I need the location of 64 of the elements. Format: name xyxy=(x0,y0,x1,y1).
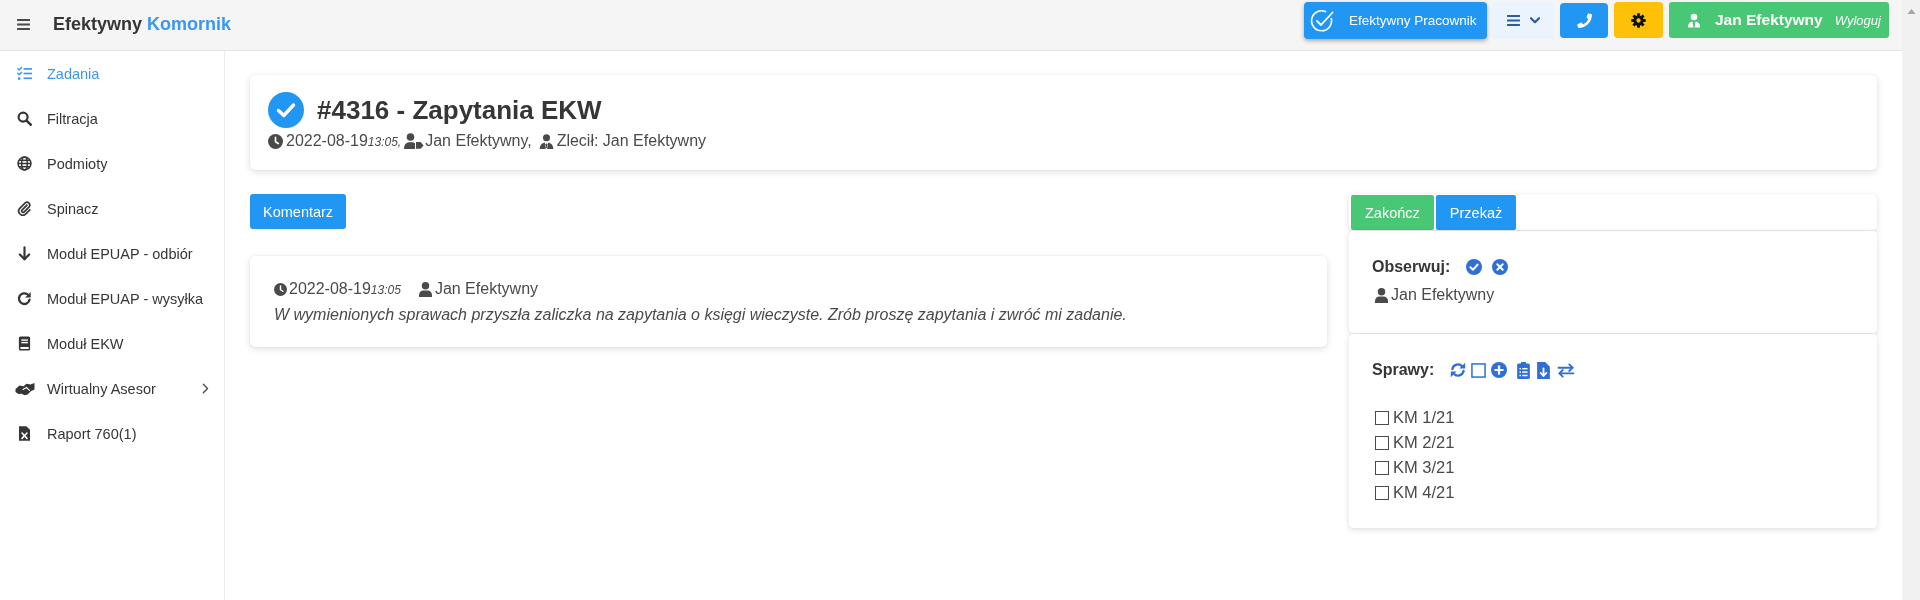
user-icon xyxy=(1687,12,1701,28)
arrow-down-icon xyxy=(17,246,32,261)
user-name: Jan Efektywny xyxy=(1715,11,1823,29)
search-icon xyxy=(17,111,32,126)
book-icon xyxy=(17,336,32,351)
file-download-icon[interactable] xyxy=(1537,361,1551,379)
redo-icon xyxy=(17,291,32,306)
phone-icon xyxy=(1576,13,1592,28)
settings-icon xyxy=(1631,12,1646,28)
file-x-icon xyxy=(19,426,30,441)
check-circle-icon xyxy=(1310,8,1334,33)
phone-button[interactable] xyxy=(1560,3,1608,38)
checkbox[interactable] xyxy=(1375,485,1389,500)
ordered-by: Zlecił: Jan Efektywny xyxy=(556,131,707,151)
created-time: 13:05, xyxy=(367,135,402,151)
checklist-icon xyxy=(17,66,32,81)
sidebar-item[interactable]: Moduł EKW xyxy=(0,321,224,366)
chevron-down-icon xyxy=(1529,17,1540,24)
observe-label: Obserwuj: xyxy=(1372,258,1451,276)
menu-icon xyxy=(1506,15,1520,26)
sidebar-item[interactable]: Spinacz xyxy=(0,186,224,231)
menu-icon[interactable] xyxy=(17,18,30,30)
close-circle-icon[interactable] xyxy=(1492,259,1509,275)
sidebar-item[interactable]: Raport 760(1) xyxy=(0,411,224,456)
check-circle-icon xyxy=(268,92,304,128)
comment-author: Jan Efektywny xyxy=(434,279,539,299)
sidebar-item[interactable]: Filtracja xyxy=(0,96,224,141)
sidebar-item[interactable]: Podmioty xyxy=(0,141,224,186)
case-number: KM 3/21 xyxy=(1393,458,1455,477)
sidebar-item[interactable]: Moduł EPUAP - odbiór xyxy=(0,231,224,276)
user-icon xyxy=(418,281,432,297)
case-number: KM 1/21 xyxy=(1393,408,1455,427)
user-tag-icon xyxy=(404,133,425,149)
sidebar-item[interactable]: Moduł EPUAP - wysyłka xyxy=(0,276,224,321)
checkbox[interactable] xyxy=(1375,410,1389,425)
cases-label: Sprawy: xyxy=(1372,361,1435,379)
check-circle-icon[interactable] xyxy=(1466,259,1483,275)
clock-icon xyxy=(268,133,283,149)
dropdown-menu-button[interactable] xyxy=(1492,2,1554,39)
globe-icon xyxy=(17,156,32,171)
paperclip-icon xyxy=(17,201,32,216)
comment-date: 2022-08-19 xyxy=(289,279,371,299)
user-tie-icon xyxy=(538,133,554,149)
assignee: Jan Efektywny, xyxy=(425,131,532,151)
select-all-checkbox[interactable] xyxy=(1471,362,1487,378)
handshake-icon xyxy=(15,381,35,396)
checkbox[interactable] xyxy=(1375,435,1389,450)
task-title: #4316 - Zapytania EKW xyxy=(317,94,602,127)
case-number: KM 4/21 xyxy=(1393,483,1455,502)
comment-time: 13:05 xyxy=(370,283,401,299)
clock-icon xyxy=(274,282,287,296)
settings-button[interactable] xyxy=(1614,2,1663,38)
swap-arrows-icon[interactable] xyxy=(1557,362,1576,378)
user-icon xyxy=(1375,287,1388,303)
refresh-icon[interactable] xyxy=(1450,362,1467,378)
clipboard-list-icon[interactable] xyxy=(1517,361,1531,379)
checkbox[interactable] xyxy=(1375,460,1389,475)
sidebar-item[interactable]: Wirtualny Asesor xyxy=(0,366,224,411)
add-circle-icon[interactable] xyxy=(1491,362,1508,378)
app-title: Efektywny Komornik xyxy=(53,13,232,35)
case-number: KM 2/21 xyxy=(1393,433,1455,452)
created-date: 2022-08-19 xyxy=(286,131,368,151)
comment-text: W wymienionych sprawach przyszła zaliczka na zapytania o księgi wieczyste. Zrób proszę zapytania i zwróć mi zadanie. xyxy=(274,305,1128,325)
observer-name: Jan Efektywny xyxy=(1391,285,1495,305)
